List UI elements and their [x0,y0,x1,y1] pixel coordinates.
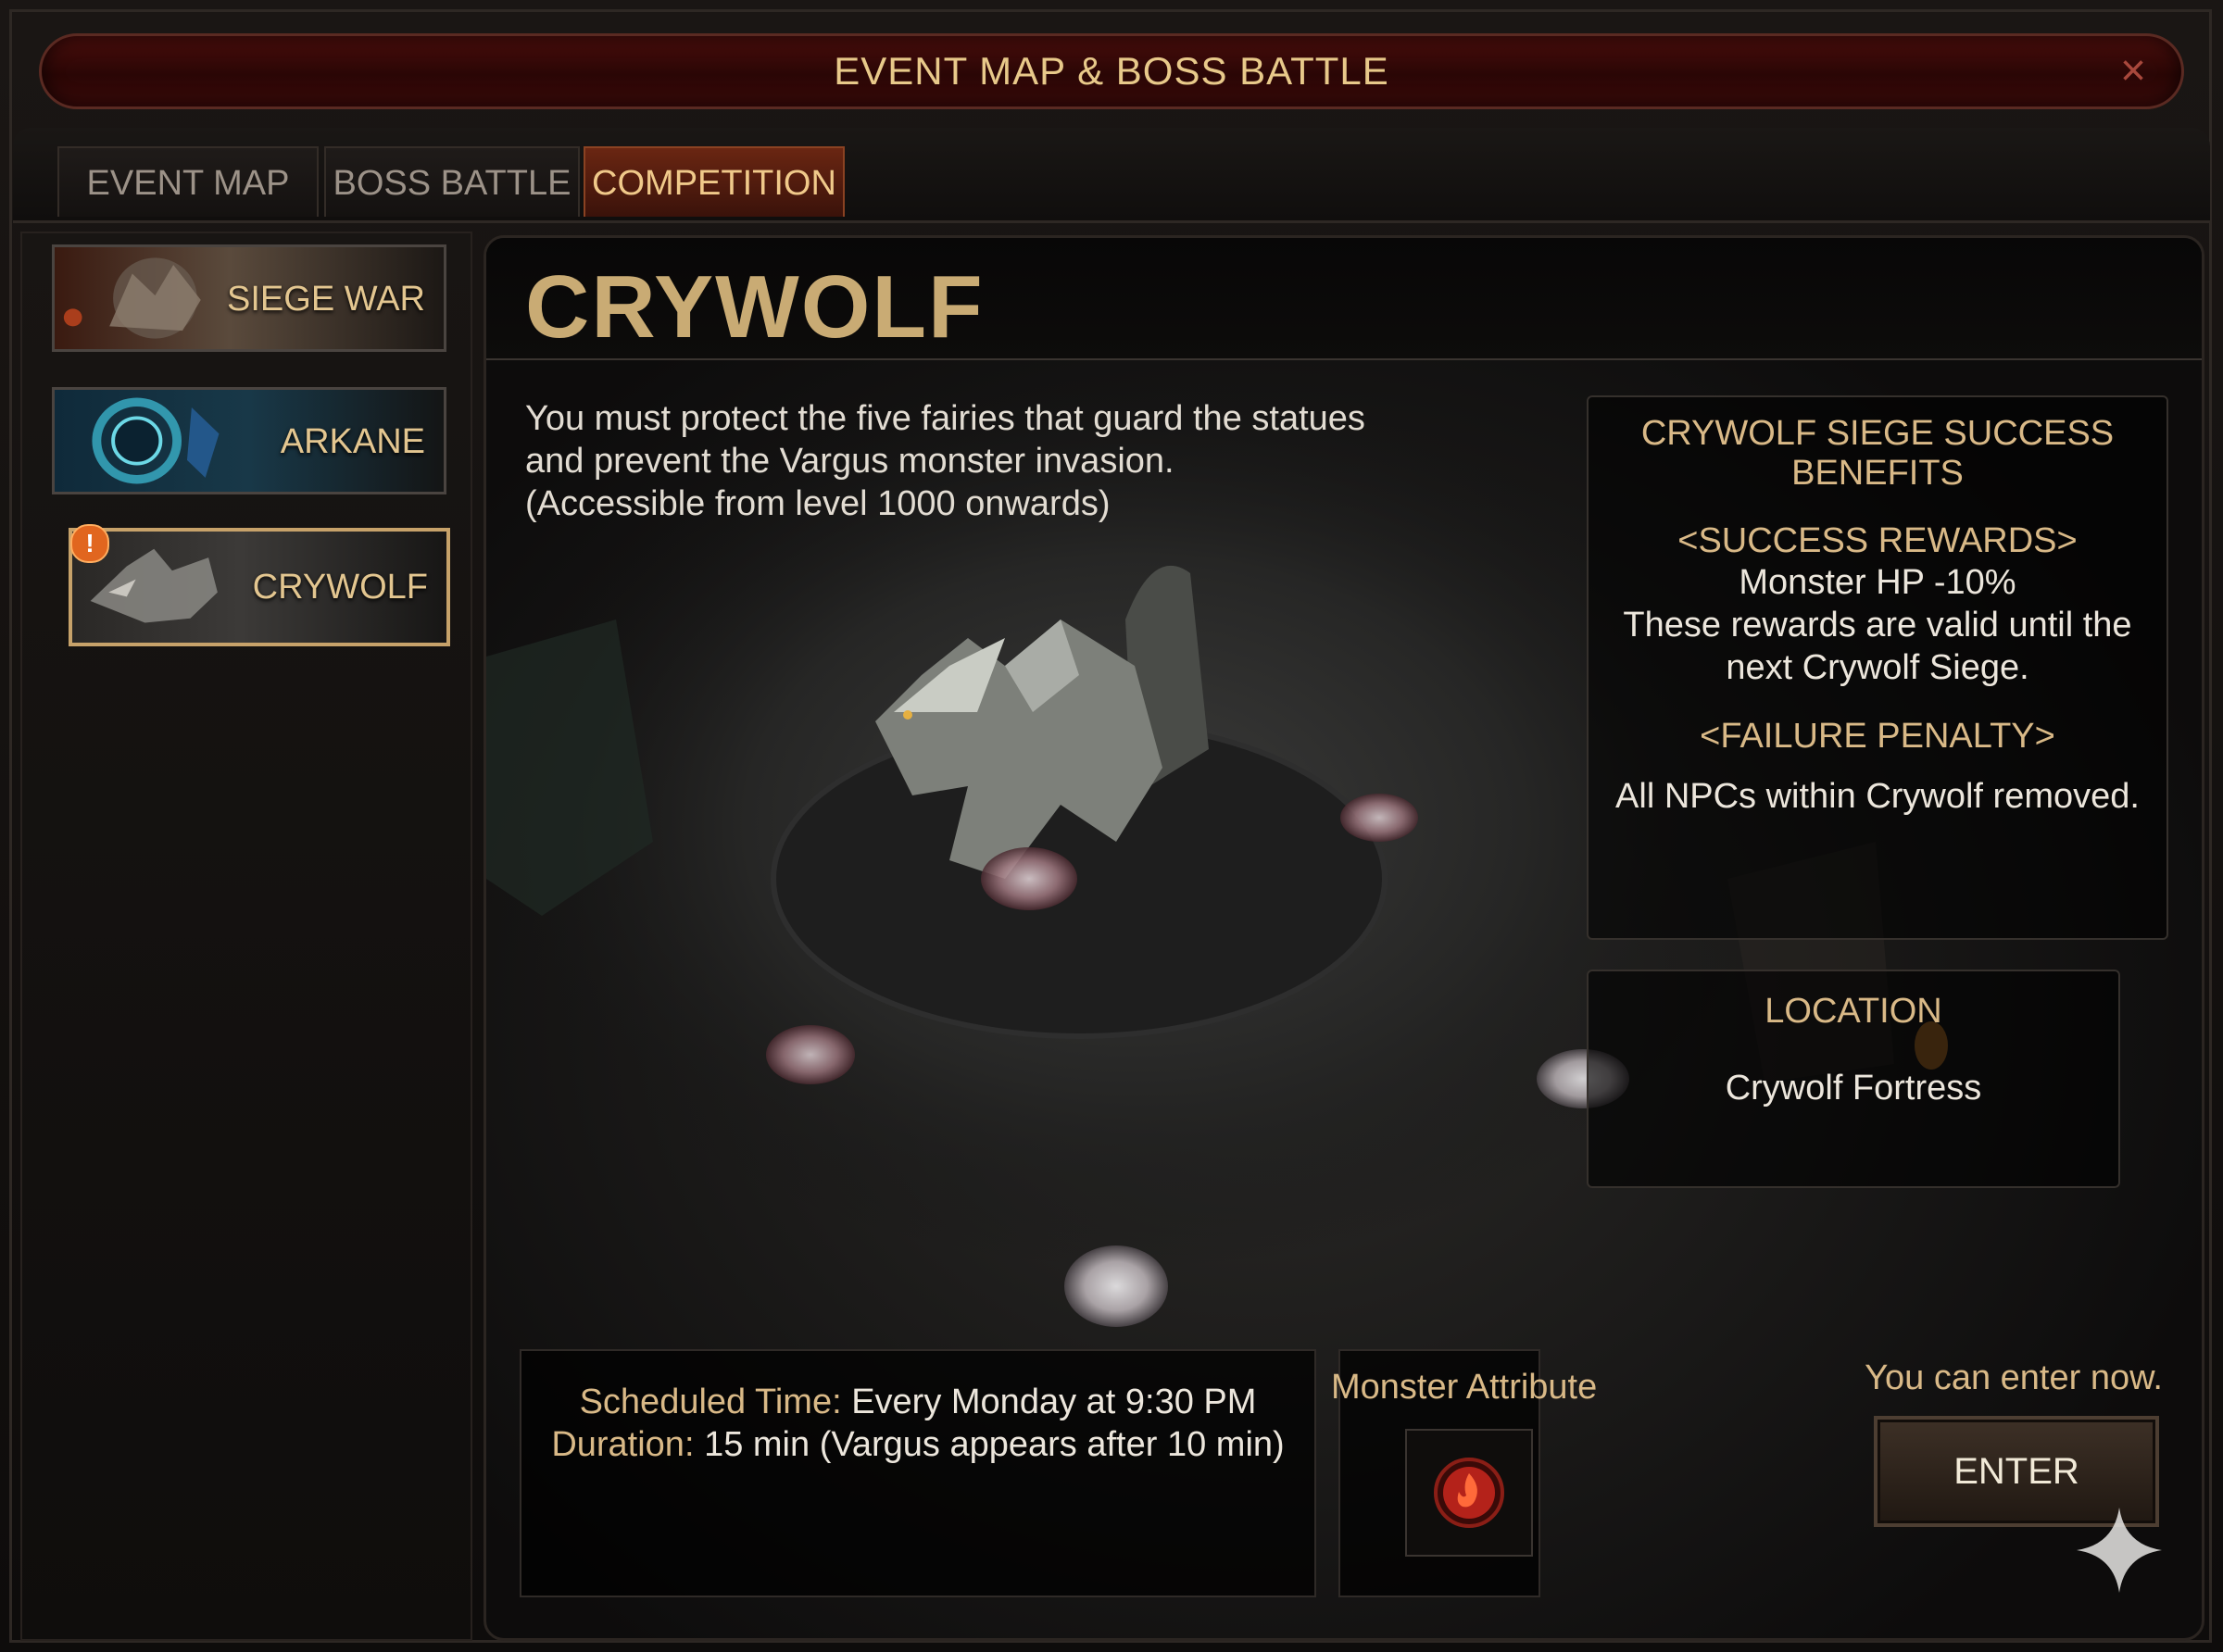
duration-label: Duration: [551,1425,695,1464]
success-rewards-header: <SUCCESS REWARDS> [1677,521,2078,560]
alert-badge: ! [70,524,109,563]
enter-status-text: You can enter now. [1865,1358,2163,1397]
tab-event-map[interactable]: EVENT MAP [57,146,319,217]
sidebar-item-label: ARKANE [280,422,425,461]
monster-attribute-title: Monster Attribute [1331,1368,1598,1407]
page-title: CRYWOLF [525,257,985,357]
tab-competition[interactable]: COMPETITION [584,146,845,217]
content-header: CRYWOLF [486,238,2202,360]
sidebar-item-label: SIEGE WAR [227,280,425,319]
sidebar-item-siege-war[interactable]: SIEGE WAR [52,244,446,352]
tab-label: EVENT MAP [86,164,290,203]
title-bar: EVENT MAP & BOSS BATTLE × [39,33,2184,109]
window-frame: EVENT MAP & BOSS BATTLE × EVENT MAP BOSS… [0,0,2223,1652]
description-line: You must protect the five fairies that g… [525,399,1365,438]
attribute-icon-slot[interactable] [1405,1429,1533,1557]
tab-label: COMPETITION [592,164,836,203]
failure-penalty-header: <FAILURE PENALTY> [1700,717,2055,756]
event-detail-panel: CRYWOLF You must protect the five fairie… [484,235,2204,1641]
scheduled-time-label: Scheduled Time: [579,1383,842,1421]
fire-element-icon [1434,1458,1504,1528]
tab-boss-battle[interactable]: BOSS BATTLE [324,146,580,217]
close-button[interactable]: × [2111,49,2155,94]
description-line: and prevent the Vargus monster invasion. [525,442,1174,481]
sidebar-item-label: CRYWOLF [252,568,428,607]
scheduled-time-row: Scheduled Time: Every Monday at 9:30 PM [521,1381,1314,1423]
sidebar-item-arkane[interactable]: ARKANE [52,387,446,494]
sparkle-icon [2077,1508,2162,1593]
monster-attribute-panel: Monster Attribute [1331,1349,1597,1597]
sidebar-item-crywolf[interactable]: CRYWOLF [69,528,450,646]
window-title: EVENT MAP & BOSS BATTLE [834,49,1389,93]
success-reward-line: Monster HP -10% [1739,563,2016,602]
success-reward-line: These rewards are valid until the [1623,606,2132,645]
scheduled-time-value: Every Monday at 9:30 PM [851,1383,1257,1421]
benefits-title: CRYWOLF SIEGE SUCCESS BENEFITS [1640,414,2115,493]
schedule-panel: Scheduled Time: Every Monday at 9:30 PM … [520,1349,1316,1597]
location-panel: LOCATION Crywolf Fortress [1587,970,2120,1188]
close-icon: × [2119,46,2147,95]
benefits-panel: CRYWOLF SIEGE SUCCESS BENEFITS <SUCCESS … [1587,395,2168,940]
description-line: (Accessible from level 1000 onwards) [525,484,1111,523]
location-title: LOCATION [1765,992,1942,1031]
tab-label: BOSS BATTLE [333,164,571,203]
failure-penalty-text: All NPCs within Crywolf removed. [1615,777,2140,816]
location-value: Crywolf Fortress [1725,1069,1982,1108]
duration-value: 15 min (Vargus appears after 10 min) [704,1425,1285,1464]
duration-row: Duration: 15 min (Vargus appears after 1… [521,1423,1314,1466]
success-reward-line: next Crywolf Siege. [1726,648,2029,687]
event-description: You must protect the five fairies that g… [525,397,1365,525]
tab-bar: EVENT MAP BOSS BATTLE COMPETITION [13,128,2210,223]
